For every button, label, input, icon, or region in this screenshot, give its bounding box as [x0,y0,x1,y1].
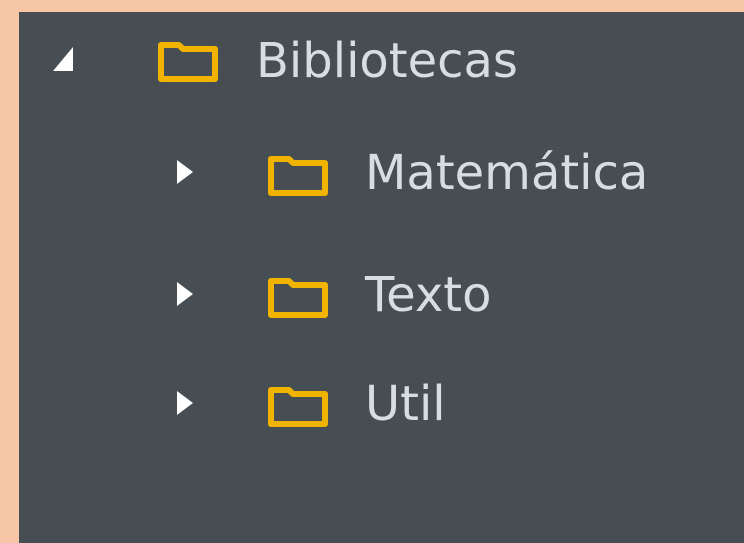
folder-icon [267,153,329,201]
collapsed-triangle-icon[interactable] [173,389,197,417]
library-tree-panel: Bibliotecas Matemática Texto Util [19,12,744,543]
tree-item-label: Bibliotecas [256,33,518,89]
collapsed-triangle-icon[interactable] [173,158,197,186]
collapsed-triangle-icon[interactable] [173,280,197,308]
tree-item-label: Util [365,376,446,432]
folder-icon [157,39,219,87]
tree-item-label: Texto [365,267,492,323]
page-frame: Bibliotecas Matemática Texto Util [0,0,744,543]
expanded-triangle-icon[interactable] [51,45,75,73]
folder-icon [267,275,329,323]
folder-icon [267,384,329,432]
tree-item-label: Matemática [365,145,649,201]
